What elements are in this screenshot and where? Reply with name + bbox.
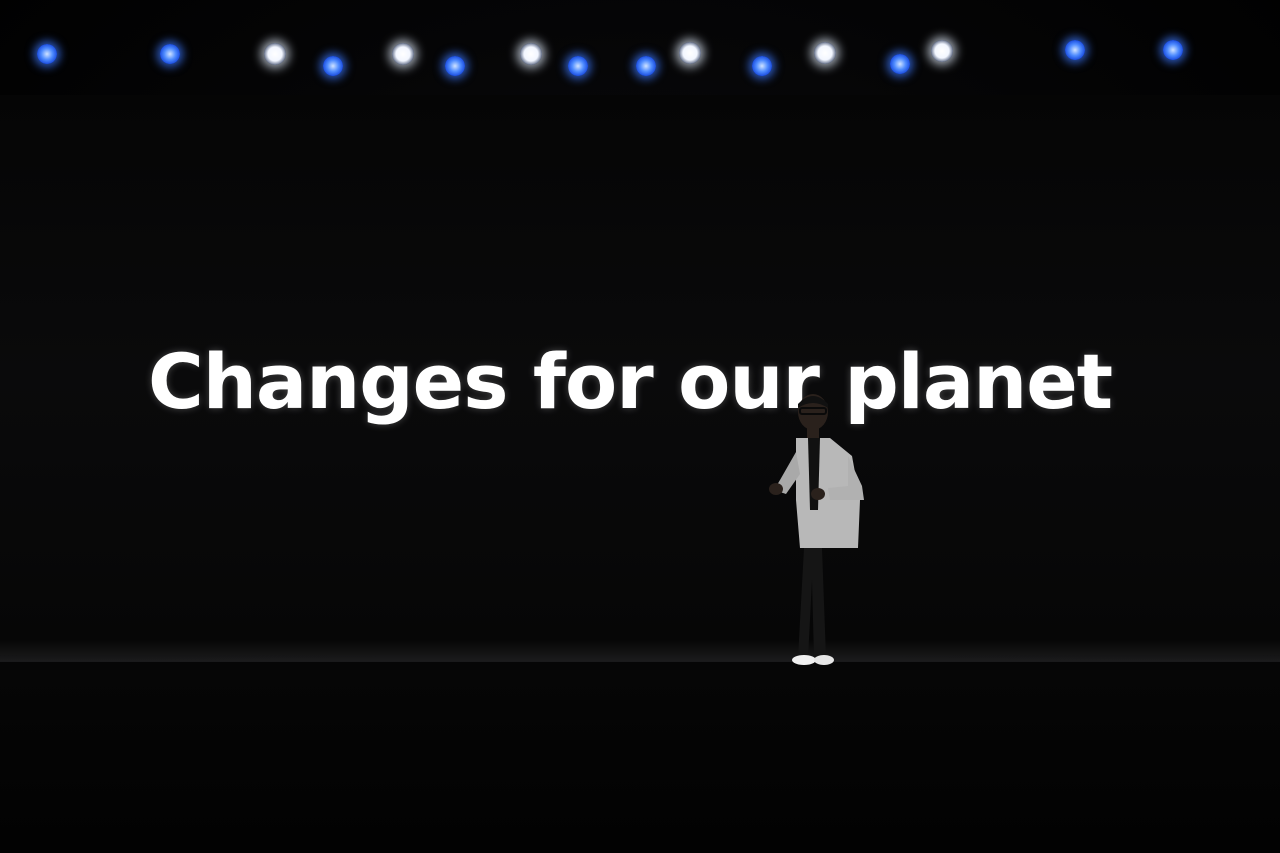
stage-light-blue xyxy=(568,56,588,76)
stage-light-white xyxy=(814,42,836,64)
stage-floor xyxy=(0,662,1280,853)
slide-headline: Changes for our planet xyxy=(148,337,1113,426)
stage-light-white xyxy=(679,42,701,64)
stage-light-blue xyxy=(323,56,343,76)
stage-light-blue xyxy=(445,56,465,76)
speaker-figure xyxy=(769,394,864,665)
speaker-right-shoe xyxy=(814,655,834,665)
stage-light-blue xyxy=(636,56,656,76)
speaker-trousers xyxy=(798,548,826,658)
stage-light-blue xyxy=(890,54,910,74)
speaker-right-hand xyxy=(811,488,825,500)
speaker-left-hand xyxy=(769,483,783,495)
stage-light-blue xyxy=(37,44,57,64)
stage-light-blue xyxy=(1065,40,1085,60)
stage-light-white xyxy=(931,40,953,62)
stage-light-blue xyxy=(160,44,180,64)
stage-light-white xyxy=(520,43,542,65)
stage-light-blue xyxy=(752,56,772,76)
stage-light-white xyxy=(264,43,286,65)
stage-light-blue xyxy=(1163,40,1183,60)
stage-scene: Changes for our planet xyxy=(0,0,1280,853)
stage-light-white xyxy=(392,43,414,65)
speaker-left-shoe xyxy=(792,655,816,665)
